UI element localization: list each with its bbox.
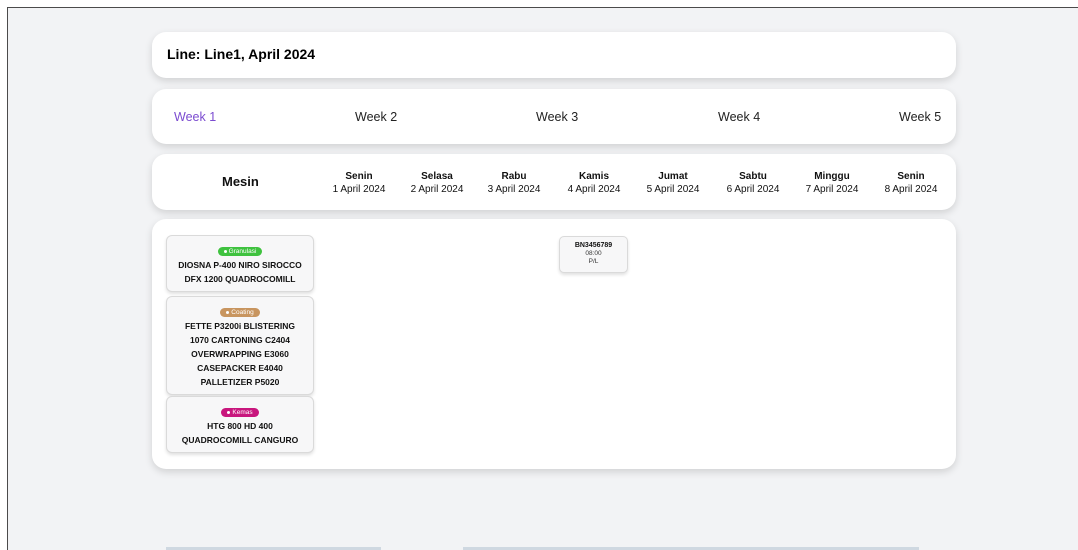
day-date: 4 April 2024 (567, 184, 621, 195)
day-header: Rabu 3 April 2024 (469, 170, 559, 196)
machine-name: OVERWRAPPING E3060 (191, 349, 289, 359)
category-label: Coating (231, 309, 254, 316)
event-time: 08:00 (585, 250, 602, 257)
category-badge: Kemas (221, 408, 259, 417)
tab-week-4[interactable]: Week 4 (718, 110, 760, 124)
day-date: 5 April 2024 (646, 184, 700, 195)
day-name: Senin (345, 171, 373, 182)
tab-week-5[interactable]: Week 5 (899, 110, 941, 124)
machine-name: CASEPACKER E4040 (197, 363, 283, 373)
event-type: P/L (588, 258, 599, 265)
day-header: Jumat 5 April 2024 (628, 170, 718, 196)
machine-name: 1070 CARTONING C2404 (190, 335, 290, 345)
day-header: Senin 8 April 2024 (866, 170, 956, 196)
day-date: 3 April 2024 (487, 184, 541, 195)
machine-name: DFX 1200 QUADROCOMILL (184, 274, 296, 284)
page-title: Line: Line1, April 2024 (167, 46, 316, 62)
tab-week-1[interactable]: Week 1 (174, 110, 216, 124)
day-name: Kamis (578, 171, 609, 182)
machine-name: PALLETIZER P5020 (200, 377, 280, 387)
schedule-header: Mesin Senin 1 April 2024 Selasa 2 April … (152, 154, 956, 210)
machine-column-header: Mesin (222, 174, 259, 189)
day-name: Jumat (658, 171, 688, 182)
day-header: Kamis 4 April 2024 (549, 170, 639, 196)
day-name: Minggu (814, 171, 850, 182)
machine-name: QUADROCOMILL CANGURO (181, 435, 299, 445)
day-header: Minggu 7 April 2024 (787, 170, 877, 196)
day-name: Rabu (501, 171, 527, 182)
category-badge: Granulasi (217, 247, 263, 256)
category-badge: Coating (220, 308, 260, 317)
day-date: 1 April 2024 (332, 184, 386, 195)
app-frame: Line: Line1, April 2024 Week 1 Week 2 We… (7, 7, 1078, 550)
tab-week-2[interactable]: Week 2 (355, 110, 397, 124)
tab-week-3[interactable]: Week 3 (536, 110, 578, 124)
day-header: Sabtu 6 April 2024 (708, 170, 798, 196)
day-date: 8 April 2024 (884, 184, 938, 195)
machine-name: HTG 800 HD 400 (207, 421, 273, 431)
day-name: Sabtu (739, 171, 767, 182)
title-card: Line: Line1, April 2024 (152, 32, 956, 78)
day-name: Senin (897, 171, 925, 182)
day-date: 6 April 2024 (726, 184, 780, 195)
batch-number: BN3456789 (574, 242, 613, 249)
day-header: Senin 1 April 2024 (314, 170, 404, 196)
category-label: Kemas (232, 409, 253, 416)
machine-card[interactable]: Coating FETTE P3200i BLISTERING 1070 CAR… (166, 296, 314, 395)
machine-card[interactable]: Granulasi DIOSNA P-400 NIRO SIROCCO DFX … (166, 235, 314, 292)
day-date: 7 April 2024 (805, 184, 859, 195)
machine-name: DIOSNA P-400 NIRO SIROCCO (178, 260, 302, 270)
schedule-body: Granulasi DIOSNA P-400 NIRO SIROCCO DFX … (152, 219, 956, 469)
machine-card[interactable]: Kemas HTG 800 HD 400 QUADROCOMILL CANGUR… (166, 396, 314, 453)
machine-name: FETTE P3200i BLISTERING (184, 321, 296, 331)
schedule-event[interactable]: BN3456789 08:00 P/L (559, 236, 628, 273)
category-label: Granulasi (228, 248, 257, 255)
week-tabs: Week 1 Week 2 Week 3 Week 4 Week 5 (152, 89, 956, 144)
